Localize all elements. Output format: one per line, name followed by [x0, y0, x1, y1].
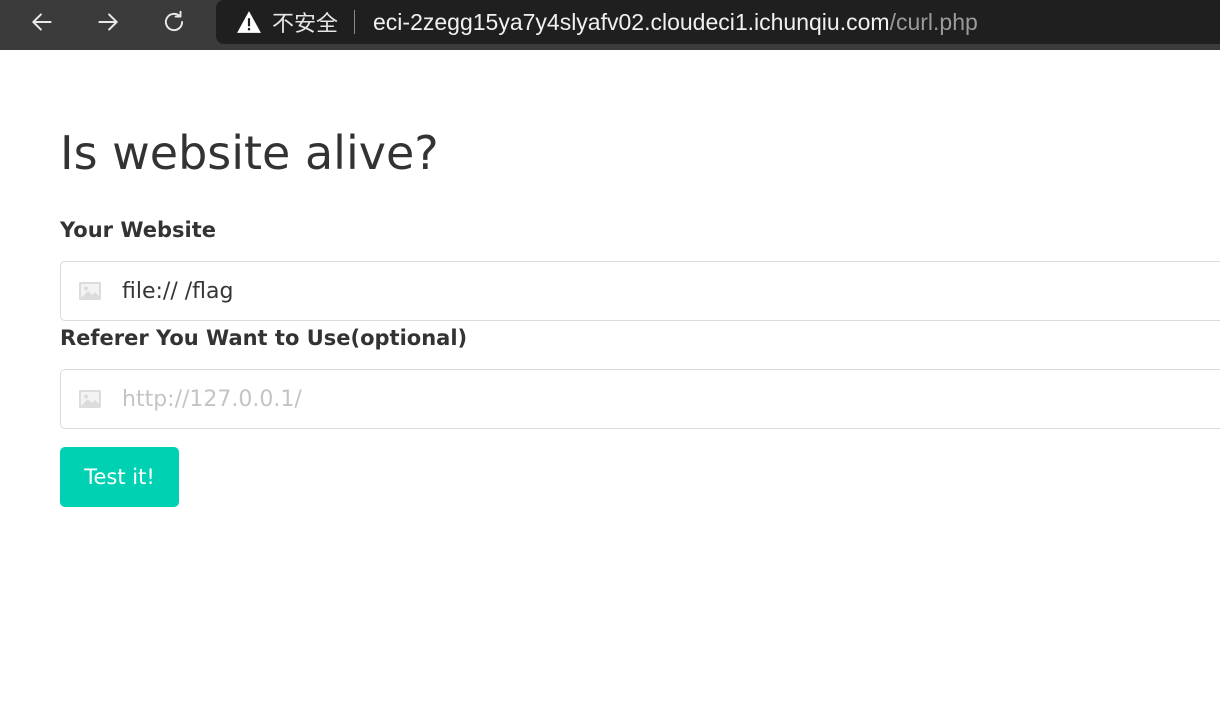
image-icon	[78, 389, 102, 409]
website-field-label: Your Website	[60, 218, 216, 242]
url-host: eci-2zegg15ya7y4slyafv02.cloudeci1.ichun…	[373, 8, 890, 35]
image-icon	[78, 281, 102, 301]
address-separator	[354, 10, 356, 34]
referer-field-label: Referer You Want to Use(optional)	[60, 326, 468, 350]
reload-button[interactable]	[154, 5, 194, 39]
website-field[interactable]	[60, 261, 1220, 321]
back-arrow-icon	[32, 13, 52, 31]
forward-arrow-icon	[98, 13, 118, 31]
website-input[interactable]	[122, 271, 1122, 311]
page-title: Is website alive?	[60, 126, 439, 180]
back-button[interactable]	[22, 5, 62, 39]
referer-field[interactable]	[60, 369, 1220, 429]
warning-icon[interactable]	[236, 10, 262, 34]
test-it-button[interactable]: Test it!	[60, 447, 179, 507]
address-bar[interactable]: 不安全 eci-2zegg15ya7y4slyafv02.cloudeci1.i…	[216, 0, 1220, 44]
security-status-label[interactable]: 不安全	[272, 6, 338, 38]
forward-button[interactable]	[88, 5, 128, 39]
browser-toolbar: 不安全 eci-2zegg15ya7y4slyafv02.cloudeci1.i…	[0, 0, 1220, 50]
reload-icon	[164, 10, 184, 32]
referer-input[interactable]	[122, 379, 1122, 419]
url-path: /curl.php	[889, 8, 978, 35]
